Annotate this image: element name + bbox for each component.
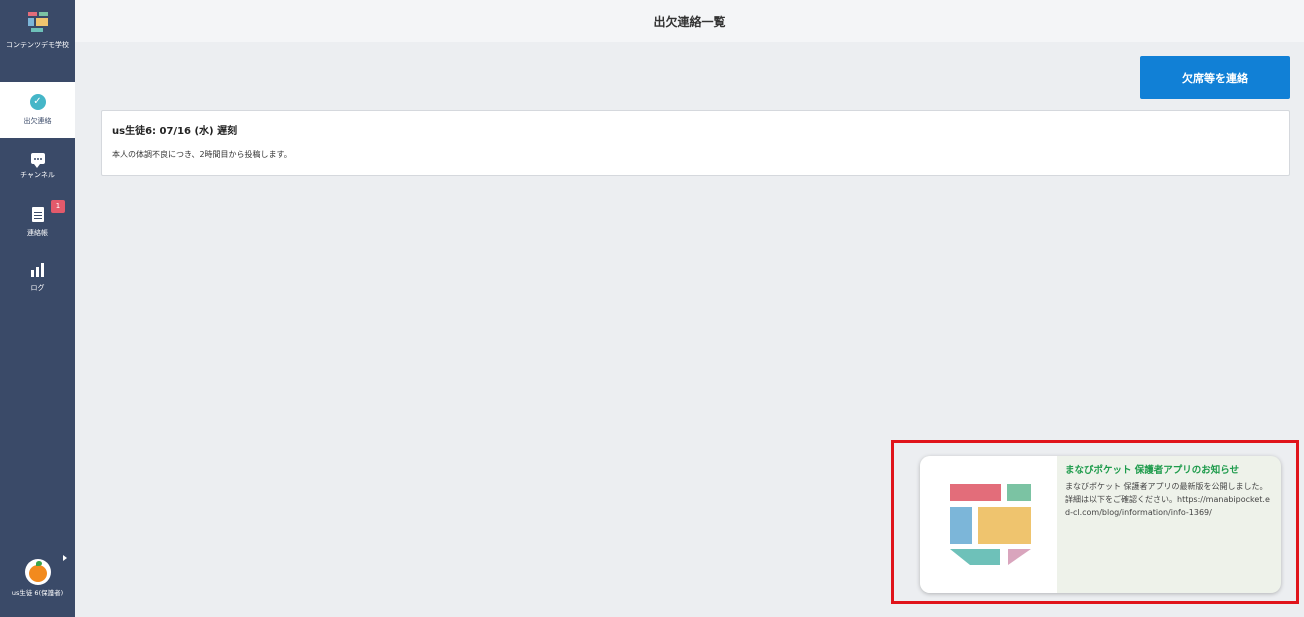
sidebar-item-channel[interactable]: チャンネル: [0, 138, 75, 194]
user-menu[interactable]: us生徒 6(保護者): [0, 549, 75, 617]
sidebar-item-contact-book[interactable]: 1 連絡帳: [0, 194, 75, 250]
avatar: [24, 559, 51, 585]
check-circle-icon: ✓: [29, 94, 46, 110]
page-header: 出欠連絡一覧: [75, 0, 1304, 42]
chat-icon: [30, 152, 45, 168]
attendance-card[interactable]: us生徒6: 07/16 (水) 遅刻 本人の体調不良につき、2時間目から投稿し…: [101, 110, 1290, 176]
notification-body: まなびポケット 保護者アプリの最新版を公開しました。詳細は以下をご確認ください。…: [1065, 482, 1270, 517]
sidebar-item-label: ログ: [30, 284, 45, 292]
notification-toast[interactable]: まなびポケット 保護者アプリのお知らせ まなびポケット 保護者アプリの最新版を公…: [920, 456, 1281, 593]
user-name: us生徒 6(保護者): [11, 589, 64, 597]
unread-badge: 1: [51, 200, 65, 213]
report-absence-button[interactable]: 欠席等を連絡: [1140, 56, 1290, 99]
document-icon: [31, 206, 44, 222]
attendance-message: 本人の体調不良につき、2時間目から投稿します。: [112, 150, 292, 159]
school-name: コンテンツデモ学校: [6, 41, 69, 49]
attendance-title: us生徒6: 07/16 (水) 遅刻: [112, 126, 238, 137]
sidebar-item-label: 連絡帳: [27, 228, 48, 237]
page-title: 出欠連絡一覧: [653, 14, 726, 29]
school-brand[interactable]: コンテンツデモ学校: [0, 0, 75, 82]
sidebar-item-label: チャンネル: [20, 170, 55, 179]
sidebar: コンテンツデモ学校 ✓ 出欠連絡 チャンネル 1 連絡帳 ログ us生徒 6(保…: [0, 0, 75, 617]
notification-content: まなびポケット 保護者アプリのお知らせ まなびポケット 保護者アプリの最新版を公…: [1057, 456, 1281, 593]
expand-arrow-icon[interactable]: [63, 555, 67, 561]
sidebar-item-label: 出欠連絡: [23, 117, 52, 125]
app-logo-icon: [920, 456, 1057, 593]
notification-title: まなびポケット 保護者アプリのお知らせ: [1065, 465, 1240, 476]
sidebar-item-log[interactable]: ログ: [0, 250, 75, 306]
bar-chart-icon: [31, 263, 44, 277]
sidebar-item-attendance[interactable]: ✓ 出欠連絡: [0, 82, 75, 138]
school-logo-icon: [27, 12, 48, 34]
